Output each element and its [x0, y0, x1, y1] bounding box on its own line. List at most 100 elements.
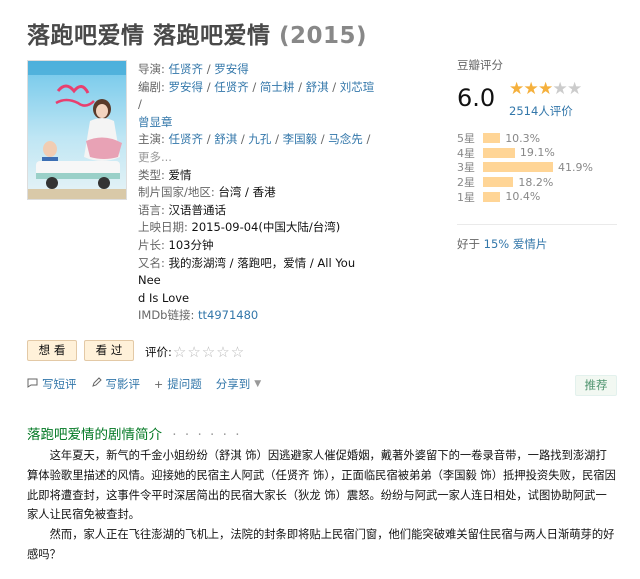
rate-star-icon[interactable]: ☆: [216, 343, 229, 361]
summary-paragraph: 这年夏天，新气的千金小姐纷纷（舒淇 饰）因逃避家人催促婚姻，戴著外婆留下的一卷录…: [27, 449, 616, 522]
aka-value: 我的澎湖湾 / 落跑吧，爱情 / All You Nee: [138, 255, 356, 288]
star-icon: ★: [552, 79, 568, 99]
runtime-label: 片长:: [138, 237, 165, 252]
language-value: 汉语普通话: [168, 202, 227, 217]
rating-bar-fill: [483, 177, 514, 188]
cast-link[interactable]: 李国毅: [283, 132, 318, 146]
writer-link[interactable]: 任贤齐: [214, 80, 249, 94]
title-text: 落跑吧爱情 落跑吧爱情: [27, 23, 271, 49]
rating-bar-percent: 18.2%: [518, 175, 554, 189]
imdb-label: IMDb链接:: [138, 308, 195, 323]
rating-bar-label: 4星: [457, 146, 475, 160]
summary-body: 这年夏天，新气的千金小姐纷纷（舒淇 饰）因逃避家人催促婚姻，戴著外婆留下的一卷录…: [27, 446, 617, 565]
director-link[interactable]: 任贤齐: [169, 62, 204, 76]
country-label: 制片国家/地区:: [138, 185, 215, 200]
cast-more-link[interactable]: 更多...: [138, 150, 172, 164]
writer-link[interactable]: 刘芯瑄: [340, 80, 375, 94]
rate-star-icon[interactable]: ☆: [231, 343, 244, 361]
release-label: 上映日期:: [138, 220, 188, 235]
summary-title: 落跑吧爱情的剧情简介: [27, 427, 162, 443]
plus-icon: +: [154, 377, 164, 391]
rating-bar-percent: 10.4%: [505, 190, 541, 204]
share-label: 分享到: [215, 377, 251, 391]
rating-bar-row: 5星 10.3%: [457, 131, 627, 146]
poster-image: [28, 61, 126, 199]
cast-link[interactable]: 舒淇: [214, 132, 237, 146]
rating-bar-label: 3星: [457, 161, 475, 175]
rating-bar-row: 3星 41.9%: [457, 160, 627, 175]
rating-bar-label: 1星: [457, 190, 475, 204]
language-row: 语言: 汉语普通话: [138, 202, 378, 220]
watched-button[interactable]: 看 过: [84, 340, 134, 361]
movie-info: 导演: 任贤齐 / 罗安得 编剧: 罗安得 / 任贤齐 / 简士耕 / 舒淇 /…: [138, 61, 378, 325]
star-icon: ★: [538, 79, 554, 99]
rate-star-icon[interactable]: ☆: [187, 343, 200, 361]
movie-poster[interactable]: [27, 60, 127, 200]
summary-heading: 落跑吧爱情的剧情简介 · · · · · ·: [27, 423, 242, 443]
rating-panel: 豆瓣评分 6.0 ★ ★ ★ ★ ★ 2514人评价: [457, 57, 627, 118]
country-row: 制片国家/地区: 台湾 / 香港: [138, 184, 378, 202]
writer-link[interactable]: 简士耕: [260, 80, 295, 94]
aka-value-cont: d Is Love: [138, 290, 190, 305]
summary-dots: · · · · · ·: [172, 427, 242, 443]
rate-star-icon[interactable]: ☆: [173, 343, 186, 361]
cast-link[interactable]: 任贤齐: [169, 132, 204, 146]
recommend-button[interactable]: 推荐: [575, 375, 617, 396]
review-action[interactable]: 写影评: [91, 376, 141, 392]
better-than: 好于 15% 爱情片: [457, 236, 547, 252]
chevron-down-icon: ▼: [254, 379, 262, 389]
imdb-link[interactable]: tt4971480: [198, 308, 258, 322]
review-label: 写影评: [105, 377, 141, 391]
title-year: (2015): [279, 23, 368, 49]
runtime-row: 片长: 103分钟: [138, 237, 378, 255]
want-to-watch-button[interactable]: 想 看: [27, 340, 77, 361]
cast-link[interactable]: 马念先: [328, 132, 363, 146]
rating-bar-row: 4星 19.1%: [457, 146, 627, 161]
rating-bar-percent: 41.9%: [558, 160, 593, 174]
rating-bar-label: 2星: [457, 176, 475, 190]
rating-breakdown: 5星 10.3% 4星 19.1% 3星 41.9% 2星 18.2% 1星 10.4%: [457, 131, 627, 204]
rating-bar-fill: [483, 191, 501, 202]
release-value: 2015-09-04(中国大陆/台湾): [191, 220, 341, 235]
page-title: 落跑吧爱情 落跑吧爱情 (2015): [27, 16, 367, 50]
cast-label: 主演:: [138, 132, 165, 147]
rating-bar-fill: [483, 133, 501, 144]
better-prefix: 好于: [457, 237, 480, 251]
my-rating: 评价: ☆ ☆ ☆ ☆ ☆: [145, 343, 244, 361]
rating-score: 6.0: [457, 84, 496, 112]
cast-link[interactable]: 九孔: [248, 132, 271, 146]
my-rating-label: 评价:: [145, 345, 172, 359]
aka-label: 又名:: [138, 255, 165, 270]
rating-label: 豆瓣评分: [457, 58, 503, 72]
better-link[interactable]: 15% 爱情片: [484, 237, 548, 251]
directors-row: 导演: 任贤齐 / 罗安得: [138, 62, 249, 76]
star-icon: ★: [567, 79, 583, 99]
language-label: 语言:: [138, 202, 165, 217]
imdb-row: IMDb链接: tt4971480: [138, 307, 378, 325]
short-review-label: 写短评: [42, 377, 77, 391]
star-icon: ★: [509, 79, 525, 99]
writer-link[interactable]: 舒淇: [306, 80, 329, 94]
rating-votes-link[interactable]: 2514人评价: [509, 103, 573, 119]
release-row: 上映日期: 2015-09-04(中国大陆/台湾): [138, 219, 378, 237]
director-label: 导演:: [138, 62, 165, 76]
rate-star-icon[interactable]: ☆: [202, 343, 215, 361]
rating-bar-fill: [483, 162, 553, 173]
pencil-icon: [91, 377, 102, 391]
director-link[interactable]: 罗安得: [214, 62, 249, 76]
writer-link[interactable]: 曾显章: [138, 115, 173, 129]
share-dropdown[interactable]: 分享到 ▼: [216, 376, 261, 392]
writer-link[interactable]: 罗安得: [169, 80, 204, 94]
cast-row: 主演: 任贤齐 / 舒淇 / 九孔 / 李国毅 / 马念先 / 更多...: [138, 132, 371, 164]
genre-value: 爱情: [168, 167, 192, 182]
rating-bar-row: 2星 18.2%: [457, 175, 627, 190]
writers-row: 编剧: 罗安得 / 任贤齐 / 简士耕 / 舒淇 / 刘芯瑄 / 曾显章: [138, 79, 375, 129]
country-value: 台湾 / 香港: [218, 185, 276, 200]
rating-divider: [457, 224, 617, 225]
writer-label: 编剧:: [138, 79, 165, 94]
ask-action[interactable]: + 提问题: [154, 376, 202, 392]
short-review-action[interactable]: 写短评: [27, 376, 77, 392]
summary-paragraph: 然而，家人正在飞往澎湖的飞机上，法院的封条即将贴上民宿门窗，他们能突破难关留住民…: [27, 528, 615, 561]
action-bar: 写短评 写影评 + 提问题 分享到 ▼: [27, 376, 275, 392]
runtime-value: 103分钟: [168, 237, 214, 252]
